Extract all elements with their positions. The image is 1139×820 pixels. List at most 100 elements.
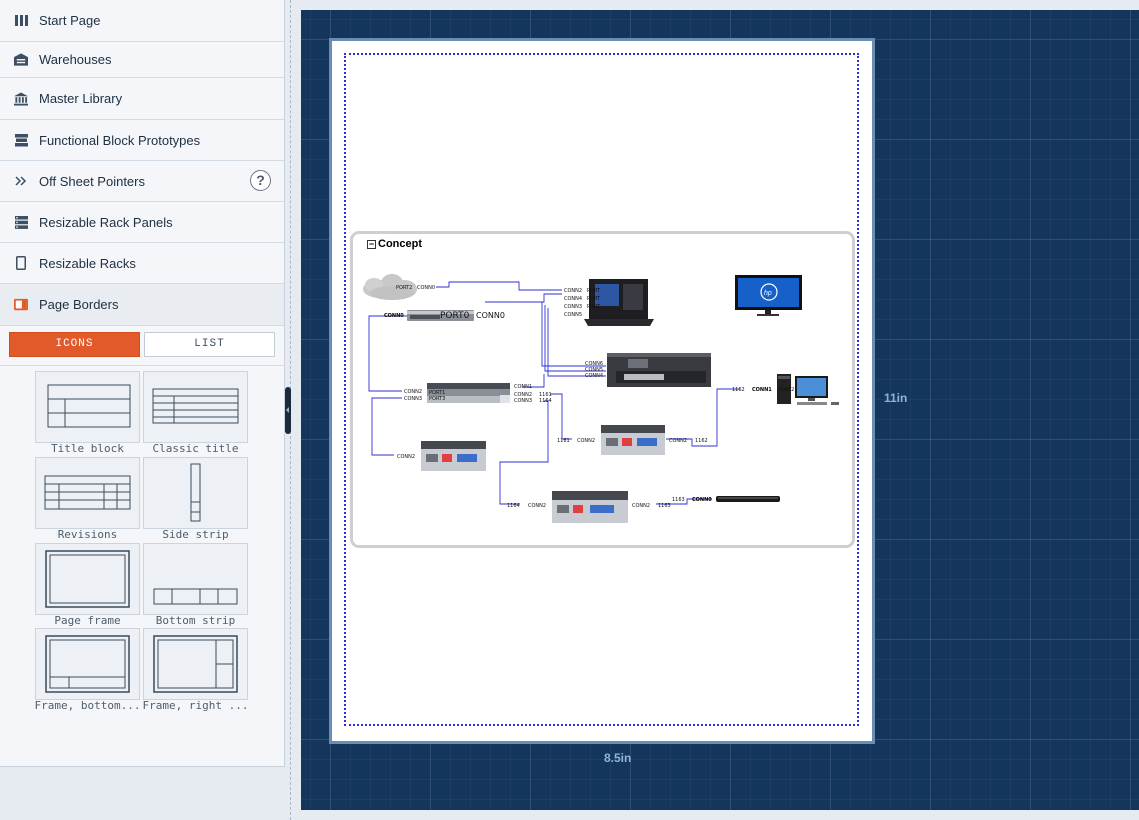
video-switcher[interactable] xyxy=(607,353,711,387)
page-width-dimension: 8.5in xyxy=(604,751,632,765)
port-label: CONN2 xyxy=(669,438,687,444)
port-label: CONN3 xyxy=(404,396,422,402)
side-strip-thumbnail xyxy=(143,457,248,529)
sidebar-item-start-page[interactable]: Start Page xyxy=(0,0,284,42)
view-toggle: ICONS LIST xyxy=(0,326,285,366)
port-label: PORT0 xyxy=(440,311,470,321)
port-label: 1164 xyxy=(507,503,520,509)
sidebar-item-warehouses[interactable]: Warehouses xyxy=(0,42,284,78)
port-label: PORT2 xyxy=(778,387,794,393)
page-frame-thumbnail xyxy=(35,543,140,615)
port-label: CONN2 xyxy=(577,438,595,444)
warehouse-icon xyxy=(14,53,28,67)
tile-side-strip[interactable]: Side strip xyxy=(143,457,248,543)
port-label: CONN2 xyxy=(404,389,422,395)
library-icon xyxy=(14,91,28,106)
port-label: CONN0 xyxy=(476,311,505,320)
port-label: CONN2 xyxy=(528,503,546,509)
sidebar-item-label: Warehouses xyxy=(39,52,112,67)
tile-frame-bottom[interactable]: Frame, bottom... xyxy=(35,628,140,714)
icons-view-button[interactable]: ICONS xyxy=(9,332,140,357)
signal-flow-diagram: PORT2 CONN0 CONN0 PORT0 CONN0 CONN2 PORT… xyxy=(363,274,839,523)
panel-splitter-handle[interactable] xyxy=(285,387,291,434)
port-label: 1163 xyxy=(672,497,685,503)
port-label: PORT3 xyxy=(429,396,445,402)
tile-page-frame[interactable]: Page frame xyxy=(35,543,140,629)
port-label: 1161 xyxy=(557,438,570,444)
sidebar-item-resizable-rack-panels[interactable]: Resizable Rack Panels xyxy=(0,202,284,243)
rack-panel-icon xyxy=(14,215,28,229)
page-border-icon xyxy=(14,298,28,312)
tile-title-block[interactable]: Title block xyxy=(35,371,140,457)
sidebar-item-label: Page Borders xyxy=(39,297,119,312)
port-label: CONN3 xyxy=(564,304,582,310)
av-extender-device[interactable] xyxy=(552,491,628,523)
port-label: CONN3 xyxy=(514,398,532,404)
list-view-button[interactable]: LIST xyxy=(144,332,275,357)
port-label: 1162 xyxy=(732,387,745,393)
port-label: CONN0 xyxy=(384,313,404,319)
sidebar-item-label: Off Sheet Pointers xyxy=(39,173,145,189)
hp-monitor[interactable]: hp xyxy=(735,275,802,316)
help-icon[interactable]: ? xyxy=(250,170,271,191)
frame-right-thumbnail xyxy=(143,628,248,700)
touch-control-panel[interactable] xyxy=(584,279,654,326)
tile-revisions[interactable]: Revisions xyxy=(35,457,140,543)
drawing-canvas[interactable]: − Concept PORT2 CONN0 CONN0 PORT0 CONN0 … xyxy=(301,10,1139,810)
tile-label: Classic title xyxy=(152,442,239,455)
sidebar-item-label: Functional Block Prototypes xyxy=(39,132,201,148)
port-label: CONN0 xyxy=(692,497,712,503)
sidebar-item-label: Resizable Racks xyxy=(39,255,136,271)
port-label: CONN2 xyxy=(397,454,415,460)
port-label: 1162 xyxy=(695,438,708,444)
rack-outline-icon xyxy=(14,256,28,270)
tile-label: Bottom strip xyxy=(155,614,236,627)
port-label: CONN1 xyxy=(752,387,772,393)
revisions-thumbnail xyxy=(35,457,140,529)
tile-label: Title block xyxy=(51,442,124,455)
tile-classic-title[interactable]: Classic title xyxy=(143,371,248,457)
double-chevron-right-icon xyxy=(14,174,28,188)
port-label: 1164 xyxy=(539,398,552,404)
bottom-strip-thumbnail xyxy=(143,543,248,615)
tile-label: Frame, bottom... xyxy=(34,699,141,712)
hp-logo: hp xyxy=(764,290,772,297)
tile-bottom-strip[interactable]: Bottom strip xyxy=(143,543,248,629)
frame-bottom-thumbnail xyxy=(35,628,140,700)
port-label: PORT xyxy=(587,288,601,294)
port-label: CONN5 xyxy=(564,312,582,318)
sidebar-item-functional-block-prototypes[interactable]: Functional Block Prototypes xyxy=(0,120,284,161)
port-label: CONN4 xyxy=(564,296,582,302)
stack-icon xyxy=(14,133,28,147)
port-label: CONN4 xyxy=(585,373,603,379)
port-label: CONN2 xyxy=(564,288,582,294)
sidebar: Start Page Warehouses Master Library Fun… xyxy=(0,0,285,767)
media-player-device[interactable] xyxy=(716,496,780,502)
sidebar-item-label: Start Page xyxy=(39,13,101,28)
av-extender-device[interactable] xyxy=(421,441,486,471)
sidebar-item-master-library[interactable]: Master Library xyxy=(0,78,284,120)
port-label: PORT xyxy=(587,304,601,310)
sidebar-item-off-sheet-pointers[interactable]: Off Sheet Pointers ? xyxy=(0,161,284,202)
av-extender-device[interactable] xyxy=(601,425,665,455)
port-label: CONN1 xyxy=(514,384,532,390)
columns-icon xyxy=(14,14,28,28)
tile-label: Revisions xyxy=(57,528,118,541)
port-label: 1163 xyxy=(658,503,671,509)
tile-frame-right[interactable]: Frame, right ... xyxy=(143,628,248,714)
port-label: PORT2 xyxy=(396,285,412,291)
tile-label: Frame, right ... xyxy=(142,699,249,712)
port-label: CONN2 xyxy=(632,503,650,509)
page-sheet[interactable]: − Concept PORT2 CONN0 CONN0 PORT0 CONN0 … xyxy=(329,38,875,744)
sidebar-item-label: Resizable Rack Panels xyxy=(39,214,173,230)
sidebar-item-label: Master Library xyxy=(39,91,123,106)
tile-label: Side strip xyxy=(162,528,229,541)
sidebar-item-resizable-racks[interactable]: Resizable Racks xyxy=(0,243,284,284)
page-height-dimension: 11in xyxy=(884,391,908,405)
title-block-thumbnail xyxy=(35,371,140,443)
sidebar-item-page-borders[interactable]: Page Borders xyxy=(0,284,284,326)
port-label: PORT xyxy=(587,296,601,302)
port-label: CONN0 xyxy=(417,285,435,291)
classic-title-thumbnail xyxy=(143,371,248,443)
tile-label: Page frame xyxy=(54,614,121,627)
